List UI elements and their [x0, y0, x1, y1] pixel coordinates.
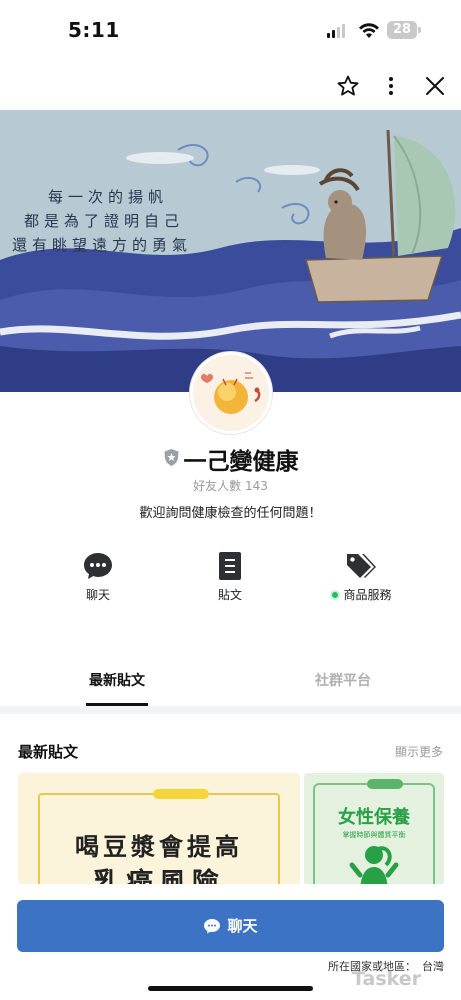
cover-poem: 每一次的揚帆 都是為了證明自己 還有眺望遠方的勇氣 [0, 110, 270, 392]
star-favorite-icon[interactable] [336, 74, 360, 98]
chat-button[interactable]: 聊天 [17, 900, 444, 952]
section-divider [0, 706, 461, 714]
close-icon[interactable] [423, 74, 447, 98]
chat-action-label: 聊天 [85, 588, 110, 602]
post-tag [153, 789, 209, 799]
page-title: 一己變健康 [0, 442, 461, 476]
avatar[interactable] [190, 352, 272, 434]
posts-action-button[interactable]: 貼文 [175, 550, 285, 603]
cellular-signal-icon [327, 24, 345, 38]
chat-button-label: 聊天 [227, 917, 258, 935]
post-subtitle: 掌握時節與體質平衡 [342, 831, 406, 839]
tab-social-platforms[interactable]: 社群平台 [308, 670, 378, 706]
posts-section-title: 最新貼文 [18, 743, 79, 761]
chat-bubble-icon [204, 919, 221, 934]
more-options-icon[interactable] [379, 74, 403, 98]
top-action-bar [0, 62, 461, 110]
tab-latest-posts[interactable]: 最新貼文 [86, 670, 148, 706]
price-tag-icon [347, 554, 376, 578]
cover-poem-line: 每一次的揚帆 [48, 188, 169, 206]
cover-image: 每一次的揚帆 都是為了證明自己 還有眺望遠方的勇氣 [0, 110, 461, 392]
woman-silhouette-icon [349, 846, 399, 885]
products-action-label: 商品服務 [306, 586, 416, 603]
region-value: 台灣 [422, 960, 444, 973]
show-more-link[interactable]: 顯示更多 [395, 743, 443, 760]
line-official-account-profile: 5:11 28 每一次的揚帆 都是為了證明自己 還有眺望遠方的勇氣 一己變健康 … [0, 0, 461, 1000]
post-headline: 女性保養 [338, 807, 410, 828]
post-headline: 喝豆漿會提高 [75, 833, 243, 861]
post-card[interactable]: 女性保養 掌握時節與體質平衡 [304, 773, 444, 885]
chat-action-button[interactable]: 聊天 [43, 550, 153, 603]
post-headline: 乳癌風險 [93, 868, 225, 885]
wifi-icon [359, 23, 379, 38]
account-name: 一己變健康 [183, 449, 299, 475]
post-card[interactable]: 喝豆漿會提高 乳癌風險 [18, 773, 300, 885]
post-tag [367, 779, 403, 789]
posts-action-label: 貼文 [217, 588, 242, 602]
document-icon [219, 552, 241, 580]
friend-count: 好友人數 143 [193, 479, 268, 493]
certified-shield-icon [164, 449, 178, 466]
cover-poem-line: 都是為了證明自己 [24, 212, 185, 230]
chat-bubble-icon [84, 553, 112, 579]
battery-indicator: 28 [387, 21, 421, 39]
status-bar: 5:11 28 [0, 0, 461, 62]
welcome-message: 歡迎詢問健康檢查的任何問題！ [139, 506, 322, 521]
status-time: 5:11 [68, 18, 120, 42]
home-indicator[interactable] [148, 986, 313, 991]
products-action-button[interactable]: 商品服務 [306, 550, 416, 603]
watermark-logo: Tasker [352, 968, 422, 990]
online-status-dot [330, 590, 341, 600]
cover-poem-line: 還有眺望遠方的勇氣 [12, 236, 193, 254]
